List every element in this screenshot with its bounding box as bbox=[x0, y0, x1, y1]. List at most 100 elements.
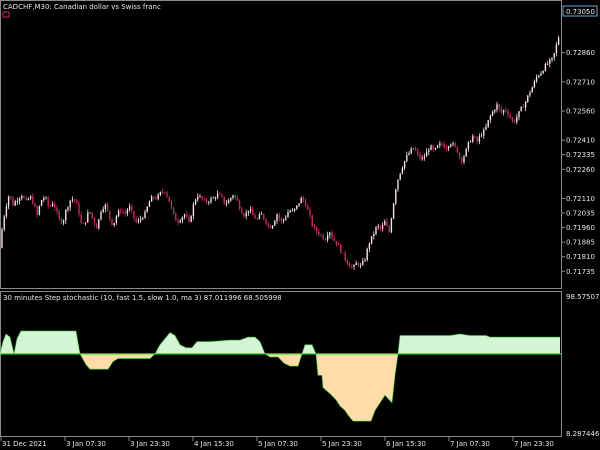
candle-body bbox=[146, 206, 148, 212]
candle-body bbox=[285, 217, 287, 220]
candle-body bbox=[135, 218, 137, 222]
symbol-title: CADCHF,M30: Canadian dollar vs Swiss fra… bbox=[3, 3, 161, 11]
candle-body bbox=[419, 154, 421, 159]
candle-body bbox=[456, 146, 459, 153]
candle-body bbox=[126, 209, 129, 214]
candle-body bbox=[375, 226, 377, 235]
price-tick-label: 0.72410 bbox=[566, 137, 595, 145]
candle-body bbox=[12, 198, 14, 206]
candle-body bbox=[300, 197, 302, 204]
candle-body bbox=[318, 231, 320, 235]
candle-body bbox=[109, 210, 111, 219]
candle-body bbox=[23, 196, 25, 198]
price-tick-label: 0.72035 bbox=[566, 210, 595, 218]
candle-body bbox=[216, 193, 219, 198]
candle-body bbox=[91, 212, 93, 218]
candle-body bbox=[432, 145, 434, 150]
price-tick-label: 0.72560 bbox=[566, 108, 595, 116]
candle-body bbox=[445, 147, 448, 149]
candle-body bbox=[219, 193, 221, 195]
price-tick-label: 0.71960 bbox=[566, 224, 595, 232]
candle-body bbox=[531, 87, 533, 93]
candle-body bbox=[40, 200, 43, 206]
price-chart-panel[interactable]: 0.72860 0.72710 0.72560 0.72410 0.72335 0.722… bbox=[0, 0, 598, 289]
candle-body bbox=[128, 206, 131, 210]
candle-body bbox=[535, 76, 538, 82]
candle-body bbox=[436, 145, 439, 148]
candle-body bbox=[1, 229, 3, 248]
candle-body bbox=[177, 220, 179, 223]
candle-body bbox=[254, 215, 256, 219]
candle-body bbox=[80, 214, 82, 224]
candle-body bbox=[401, 168, 404, 174]
candle-body bbox=[69, 200, 71, 208]
time-tick-label: 3 Jan 07:30 bbox=[66, 440, 106, 448]
candle-body bbox=[527, 95, 529, 102]
candle-body bbox=[520, 106, 522, 112]
candle-body bbox=[370, 236, 373, 244]
candle-body bbox=[221, 194, 223, 197]
candle-body bbox=[555, 44, 558, 54]
candle-body bbox=[397, 179, 399, 190]
time-tick-label: 31 Dec 2021 bbox=[2, 440, 47, 448]
candle-body bbox=[487, 120, 489, 127]
candle-body bbox=[58, 211, 60, 219]
candle-body bbox=[399, 173, 401, 180]
candle-body bbox=[439, 143, 441, 146]
candle-body bbox=[302, 197, 305, 201]
candle-body bbox=[428, 150, 430, 152]
time-tick-label: 7 Jan 23:30 bbox=[514, 440, 554, 448]
candle-body bbox=[307, 206, 309, 210]
candle-body bbox=[516, 117, 518, 122]
candle-body bbox=[236, 197, 239, 201]
candle-body bbox=[450, 144, 452, 147]
candle-body bbox=[122, 211, 124, 213]
candle-body bbox=[73, 199, 76, 201]
candle-body bbox=[346, 260, 349, 264]
candle-body bbox=[355, 263, 357, 266]
candle-body bbox=[296, 205, 298, 209]
candle-body bbox=[340, 244, 342, 253]
candle-body bbox=[148, 201, 151, 207]
candle-body bbox=[258, 214, 261, 219]
candle-body bbox=[27, 198, 30, 200]
candle-body bbox=[256, 218, 258, 220]
candle-body bbox=[247, 210, 250, 213]
candle-body bbox=[513, 120, 516, 122]
candle-body bbox=[89, 212, 91, 214]
candle-body bbox=[267, 223, 269, 226]
candle-body bbox=[458, 152, 461, 158]
candle-body bbox=[392, 203, 395, 219]
candle-body bbox=[210, 198, 212, 203]
candle-body bbox=[522, 106, 525, 108]
price-tick-label: 0.71735 bbox=[566, 268, 595, 276]
trading-terminal: 0.72860 0.72710 0.72560 0.72410 0.72335 0.722… bbox=[0, 0, 600, 450]
candle-body bbox=[463, 156, 465, 163]
candle-body bbox=[478, 136, 481, 142]
candle-body bbox=[480, 135, 483, 137]
candle-body bbox=[505, 110, 507, 112]
indicator-panel[interactable]: 30 minutes Step stochastic (10, fast 1.5… bbox=[0, 291, 600, 439]
candle-body bbox=[87, 212, 89, 223]
candle-body bbox=[227, 200, 230, 204]
candle-body bbox=[243, 213, 245, 217]
candle-body bbox=[157, 194, 159, 200]
candle-body bbox=[205, 199, 208, 203]
candle-body bbox=[29, 196, 32, 199]
candle-body bbox=[298, 203, 300, 206]
time-tick-label: 6 Jan 15:30 bbox=[386, 440, 426, 448]
candle-body bbox=[494, 109, 496, 112]
candle-body bbox=[500, 108, 503, 113]
candle-body bbox=[139, 218, 142, 221]
candle-body bbox=[45, 197, 47, 199]
time-tick-label: 5 Jan 07:30 bbox=[258, 440, 298, 448]
candle-body bbox=[175, 213, 177, 221]
candle-body bbox=[194, 199, 197, 205]
candle-body bbox=[390, 218, 393, 233]
candle-body bbox=[234, 195, 236, 198]
candle-body bbox=[291, 210, 294, 212]
candle-body bbox=[38, 205, 41, 215]
candle-body bbox=[93, 217, 96, 224]
price-tick-label: 0.72860 bbox=[566, 49, 595, 57]
candle-body bbox=[373, 234, 375, 237]
